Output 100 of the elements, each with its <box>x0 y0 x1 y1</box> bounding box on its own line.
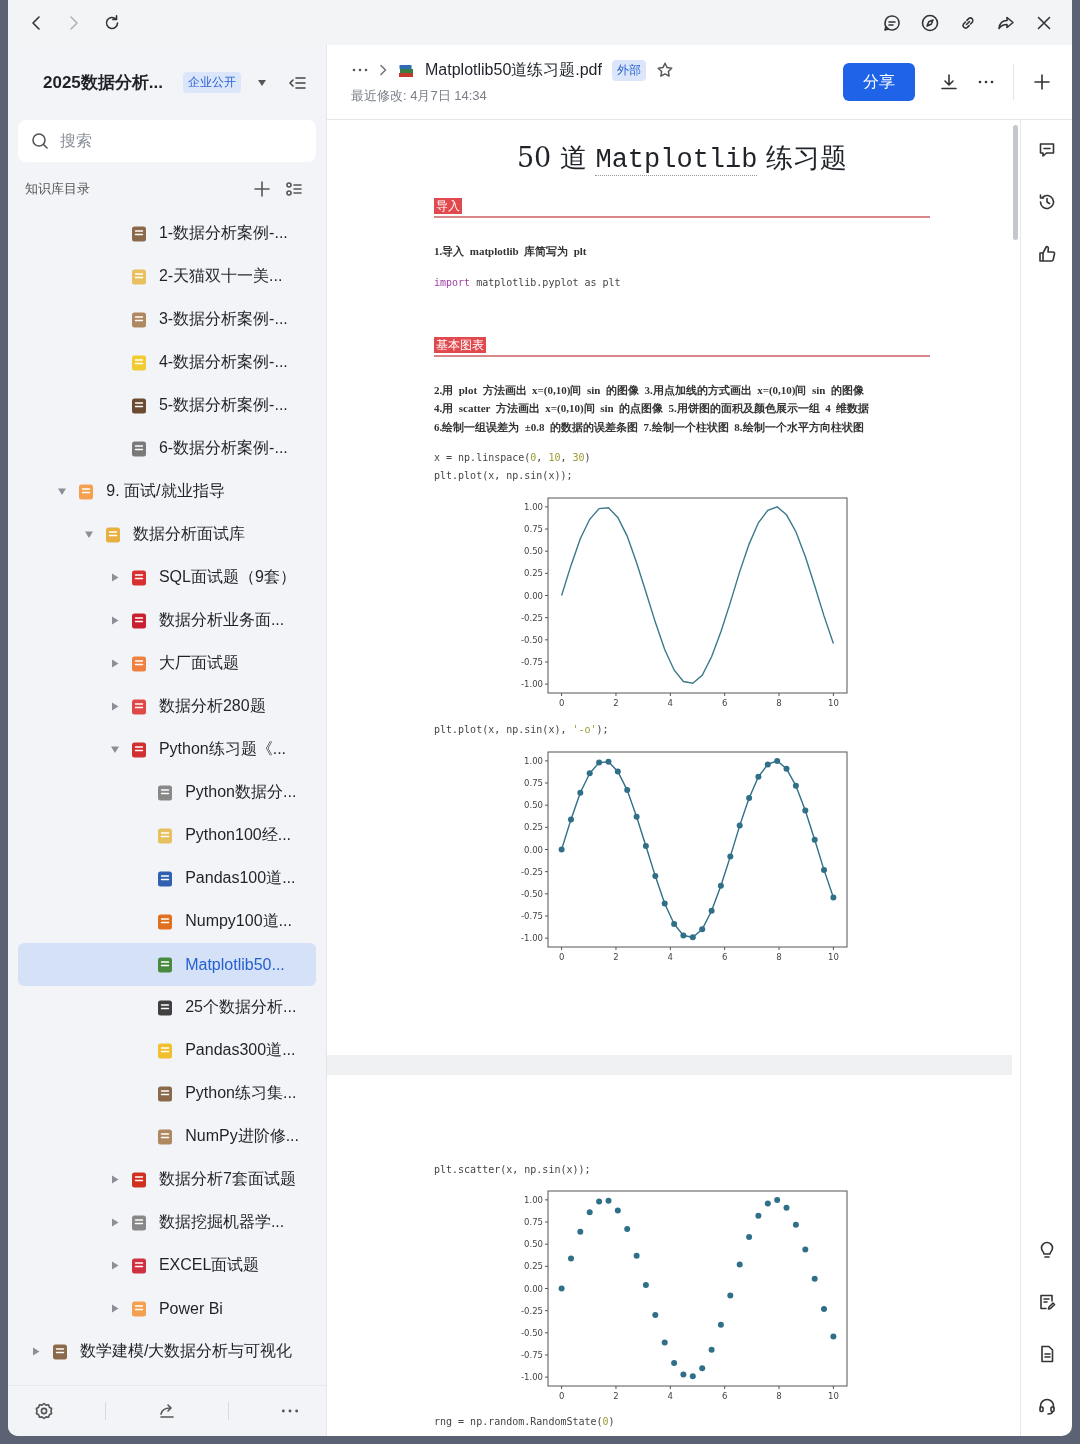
scatter-point <box>680 1371 687 1378</box>
expand-arrow-icon[interactable] <box>84 530 94 539</box>
data-point <box>736 822 743 829</box>
tree-item[interactable]: 大厂面试题 <box>18 642 316 685</box>
tree-item[interactable]: Matplotlib50... <box>18 943 316 986</box>
scatter-point <box>746 1234 753 1241</box>
axis-tick-label: -0.75 <box>521 657 543 667</box>
tree-item[interactable]: Python练习题《... <box>18 728 316 771</box>
scatter-point <box>614 1207 621 1214</box>
scatter-point <box>568 1255 574 1262</box>
tree-item[interactable]: Python数据分... <box>18 771 316 814</box>
data-point <box>764 761 771 768</box>
scatter-point <box>811 1275 818 1282</box>
axis-tick-label: -0.50 <box>521 1327 543 1338</box>
tree-item[interactable]: 3-数据分析案例-... <box>18 298 316 341</box>
axis-tick-label: 1.00 <box>524 1194 543 1205</box>
tree-item[interactable]: EXCEL面试题 <box>18 1244 316 1287</box>
axis-tick-label: 6 <box>721 952 728 962</box>
axis-tick-label: 10 <box>828 698 839 708</box>
axis-tick-label: 6 <box>721 1391 728 1401</box>
data-point <box>774 757 781 764</box>
list-settings-icon[interactable] <box>284 179 304 199</box>
code-text: import matplotlib.pyplot as plt <box>434 275 622 290</box>
axis-tick-label: -0.50 <box>521 888 543 899</box>
data-point <box>614 768 621 775</box>
expand-arrow-icon[interactable] <box>110 745 120 754</box>
plus-icon[interactable] <box>1032 72 1052 92</box>
tree-item[interactable]: 5-数据分析案例-... <box>18 384 316 427</box>
comment-icon[interactable] <box>882 12 902 33</box>
scatter-point <box>764 1200 771 1207</box>
compass-icon[interactable] <box>920 12 940 33</box>
tree-item[interactable]: 4-数据分析案例-... <box>18 341 316 384</box>
scatter-point <box>755 1212 762 1219</box>
axis-tick-label: -0.25 <box>521 1305 543 1316</box>
star-icon[interactable] <box>655 61 674 79</box>
download-icon[interactable] <box>939 72 959 92</box>
scatter-point <box>586 1209 593 1216</box>
axis-tick-label: 1.00 <box>524 501 543 512</box>
more-icon[interactable] <box>351 67 369 73</box>
tree-item[interactable]: 数据分析业务面... <box>18 599 316 642</box>
scatter-point <box>717 1321 724 1328</box>
thumbs-up-icon[interactable] <box>1036 244 1057 264</box>
tree-item[interactable]: Python100经... <box>18 814 316 857</box>
tree-item[interactable]: 9. 面试/就业指导 <box>18 470 316 513</box>
data-point <box>642 843 649 849</box>
visibility-badge: 企业公开 <box>183 72 241 93</box>
caret-icon[interactable] <box>257 78 267 87</box>
expand-arrow-icon[interactable] <box>32 1347 40 1356</box>
document-title: 50 道 Matplotlib 练习题 <box>515 141 849 178</box>
data-point <box>746 795 753 802</box>
tree-item[interactable]: 25个数据分析... <box>18 986 316 1029</box>
tree-item[interactable]: Pandas100道... <box>18 857 316 900</box>
axis-tick-label: -1.00 <box>521 933 543 944</box>
data-point <box>727 853 734 860</box>
tree-item[interactable]: 数据分析7套面试题 <box>18 1158 316 1201</box>
tree-item[interactable]: Python练习集... <box>18 1072 316 1115</box>
axis-tick-label: 0 <box>558 1391 565 1401</box>
tree-item[interactable]: Numpy100道... <box>18 900 316 943</box>
tree-item[interactable]: 数学建模/大数据分析与可视化 <box>18 1330 316 1373</box>
axis-tick-label: 4 <box>667 1391 674 1401</box>
scatter-point <box>792 1221 799 1228</box>
tree-item[interactable]: 数据分析280题 <box>18 685 316 728</box>
tree-item[interactable]: 数据分析面试库 <box>18 513 316 556</box>
scatter-point <box>558 1285 565 1292</box>
expand-arrow-icon[interactable] <box>110 616 119 625</box>
tree-item[interactable]: 1-数据分析案例-... <box>18 212 316 255</box>
tree-item[interactable]: Power Bi <box>18 1287 316 1330</box>
axis-tick-label: 0.50 <box>524 800 543 811</box>
expand-arrow-icon[interactable] <box>110 1304 119 1313</box>
more-icon[interactable] <box>977 79 995 85</box>
data-point <box>792 782 799 789</box>
search-field[interactable]: 搜索 <box>18 120 316 162</box>
expand-arrow-icon[interactable] <box>110 659 119 668</box>
expand-arrow-icon[interactable] <box>110 1175 119 1184</box>
scatter-point <box>577 1228 584 1235</box>
tree-item[interactable]: SQL面试题（9套） <box>18 556 316 599</box>
headset-icon[interactable] <box>1036 1396 1057 1416</box>
scatter-point <box>802 1246 809 1253</box>
expand-arrow-icon[interactable] <box>110 1261 119 1270</box>
expand-arrow-icon[interactable] <box>110 702 119 711</box>
plus-icon[interactable] <box>252 179 272 199</box>
scatter-point <box>783 1204 790 1211</box>
share-button[interactable]: 分享 <box>843 63 915 101</box>
expand-arrow-icon[interactable] <box>110 1218 119 1227</box>
tree-item[interactable]: 6-数据分析案例-... <box>18 427 316 470</box>
expand-arrow-icon[interactable] <box>57 487 67 496</box>
scatter-point <box>736 1261 743 1268</box>
expand-arrow-icon[interactable] <box>110 573 119 582</box>
collapse-sidebar-icon[interactable] <box>287 74 307 91</box>
scatter-point <box>624 1226 631 1233</box>
tree-item[interactable]: Pandas300道... <box>18 1029 316 1072</box>
data-point <box>717 882 724 889</box>
axis-tick-label: 4 <box>667 952 674 962</box>
tree-item[interactable]: 2-天猫双十一美... <box>18 255 316 298</box>
scrollbar-thumb[interactable] <box>1013 125 1018 240</box>
tree-item[interactable]: NumPy进阶修... <box>18 1115 316 1158</box>
settings-icon[interactable] <box>33 1401 54 1421</box>
tree-item[interactable]: 数据挖掘机器学... <box>18 1201 316 1244</box>
knowledge-base-title[interactable]: 2025数据分析... <box>43 71 163 94</box>
axis-tick-label: -0.25 <box>521 866 543 877</box>
